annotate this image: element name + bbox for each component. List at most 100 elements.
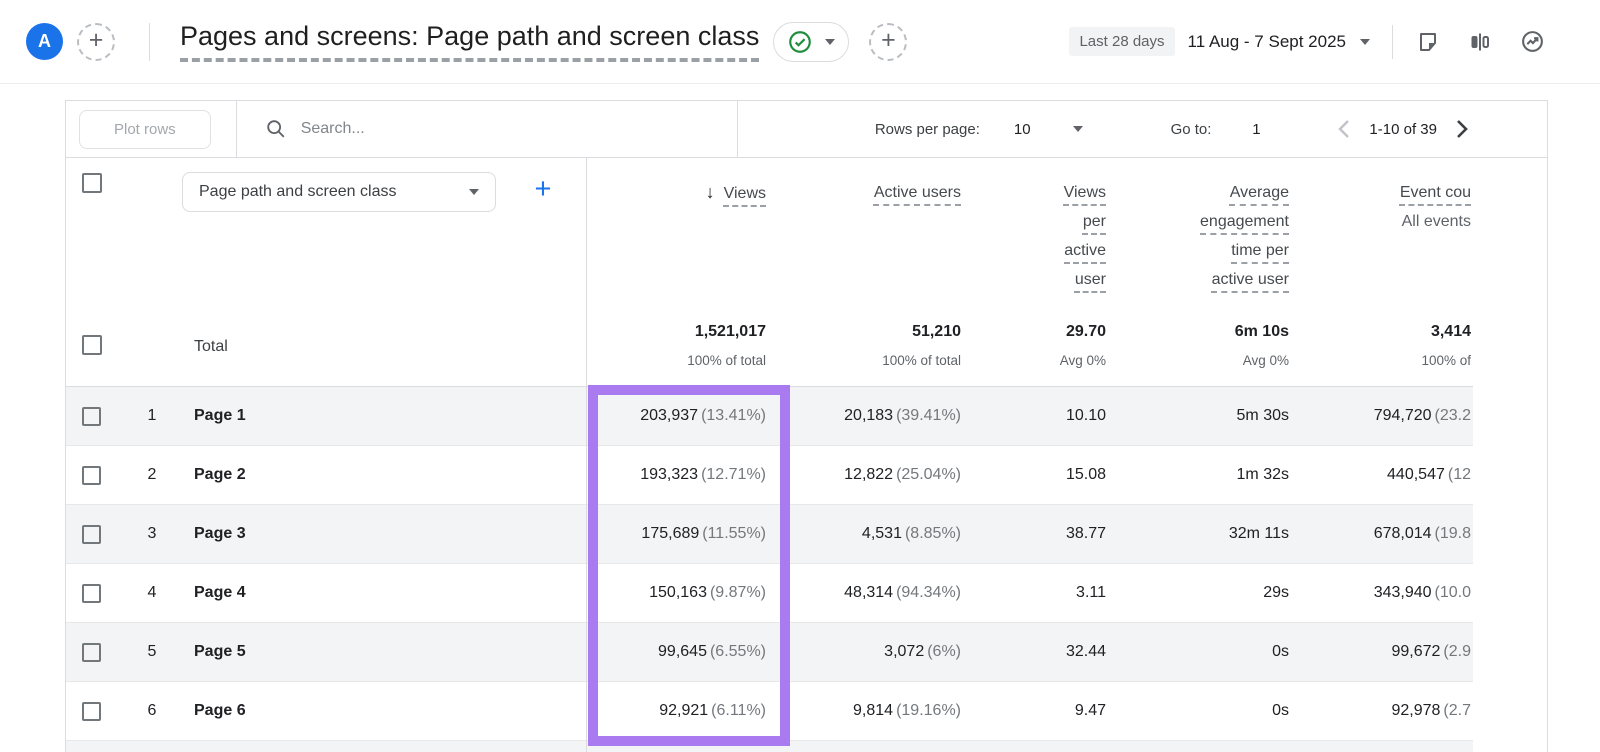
insights-button[interactable]	[1519, 29, 1545, 55]
row-index: 1	[141, 407, 163, 425]
toolbar-divider	[737, 101, 738, 157]
cell-event-count: 794,720(23.2	[1281, 407, 1471, 425]
cell-event-count: 99,672(2.9	[1281, 643, 1471, 661]
cell-active-users: 12,822(25.04%)	[771, 466, 961, 484]
cell-event-count: 440,547(12	[1281, 466, 1471, 484]
row-checkbox[interactable]	[82, 466, 101, 485]
column-header-views[interactable]: ↓Views	[586, 178, 766, 208]
cell-views-per-user: 10.10	[971, 407, 1106, 425]
chevron-down-icon	[469, 189, 479, 195]
cell-event-count: 678,014(19.8	[1281, 525, 1471, 543]
total-views: 1,521,017100% of total	[576, 323, 766, 368]
insights-icon	[1520, 29, 1545, 54]
dimension-selector[interactable]: Page path and screen class	[182, 172, 496, 212]
row-checkbox[interactable]	[82, 643, 101, 662]
cell-active-users: 9,814(19.16%)	[771, 702, 961, 720]
cell-views: 92,921(6.11%)	[576, 702, 766, 720]
row-checkbox[interactable]	[82, 702, 101, 721]
plus-icon: +	[881, 28, 896, 53]
total-active-users: 51,210100% of total	[771, 323, 961, 368]
row-index: 5	[141, 643, 163, 661]
page-name: Page 4	[194, 584, 246, 602]
column-header-active-users[interactable]: Active users	[781, 178, 961, 207]
total-label: Total	[194, 338, 228, 356]
table-row[interactable]: 1 Page 1 203,937(13.41%) 20,183(39.41%) …	[66, 387, 1473, 446]
row-checkbox[interactable]	[82, 407, 101, 426]
page-title[interactable]: Pages and screens: Page path and screen …	[180, 21, 759, 62]
table-header: Page path and screen class + ↓Views Acti…	[66, 158, 1473, 311]
table-toolbar: Plot rows Rows per page: 10 Go to: 1-10 …	[66, 101, 1547, 158]
topbar-divider	[149, 23, 150, 61]
total-views-per-user: 29.70Avg 0%	[971, 323, 1106, 368]
column-header-avg-engagement-time[interactable]: Average engagement time per active user	[1189, 178, 1289, 294]
cell-active-users: 4,531(8.85%)	[771, 525, 961, 543]
chevron-down-icon[interactable]	[1360, 39, 1370, 45]
cell-views-per-user: 15.08	[971, 466, 1106, 484]
top-app-bar: A + Pages and screens: Page path and scr…	[0, 0, 1600, 84]
cell-event-count: 343,940(10.0	[1281, 584, 1471, 602]
page-name: Page 1	[194, 407, 246, 425]
note-icon	[1416, 30, 1440, 54]
table-row[interactable]: 4 Page 4 150,163(9.87%) 48,314(94.34%) 3…	[66, 564, 1473, 623]
cell-avg-engagement: 0s	[1121, 643, 1289, 661]
cell-active-users: 48,314(94.34%)	[771, 584, 961, 602]
partial-next-row	[66, 741, 1473, 752]
notes-button[interactable]	[1415, 29, 1441, 55]
table-body: 1 Page 1 203,937(13.41%) 20,183(39.41%) …	[66, 386, 1473, 752]
column-header-views-per-active-user[interactable]: Views per active user	[1044, 178, 1106, 294]
cell-views-per-user: 9.47	[971, 702, 1106, 720]
topbar-divider	[1392, 25, 1393, 59]
column-divider	[586, 158, 587, 752]
rows-per-page-label: Rows per page:	[875, 121, 980, 138]
plus-icon: +	[89, 28, 104, 53]
date-preset-badge: Last 28 days	[1069, 27, 1174, 56]
table-row[interactable]: 6 Page 6 92,921(6.11%) 9,814(19.16%) 9.4…	[66, 682, 1473, 741]
date-range-selector[interactable]: 11 Aug - 7 Sept 2025	[1188, 32, 1346, 52]
row-checkbox[interactable]	[82, 525, 101, 544]
select-all-checkbox[interactable]	[82, 335, 102, 355]
toolbar-divider	[236, 101, 237, 157]
report-card: Plot rows Rows per page: 10 Go to: 1-10 …	[65, 100, 1548, 752]
plot-rows-button[interactable]: Plot rows	[79, 110, 211, 149]
goto-page-input[interactable]	[1237, 121, 1275, 138]
cell-views-per-user: 32.44	[971, 643, 1106, 661]
page-name: Page 5	[194, 643, 246, 661]
search-input[interactable]	[301, 120, 601, 138]
add-report-button[interactable]: +	[77, 23, 115, 61]
cell-avg-engagement: 32m 11s	[1121, 525, 1289, 543]
row-checkbox[interactable]	[82, 584, 101, 603]
cell-active-users: 3,072(6%)	[771, 643, 961, 661]
rows-per-page-select[interactable]: 10	[1014, 121, 1031, 138]
comparison-button[interactable]	[1467, 29, 1493, 55]
cell-avg-engagement: 5m 30s	[1121, 407, 1289, 425]
cell-active-users: 20,183(39.41%)	[771, 407, 961, 425]
pagination-controls: Rows per page: 10 Go to: 1-10 of 39	[875, 119, 1547, 139]
page-name: Page 6	[194, 702, 246, 720]
add-metric-button[interactable]: +	[528, 175, 558, 204]
page-name: Page 2	[194, 466, 246, 484]
page-name: Page 3	[194, 525, 246, 543]
sort-desc-icon: ↓	[706, 178, 715, 207]
table-row[interactable]: 3 Page 3 175,689(11.55%) 4,531(8.85%) 38…	[66, 505, 1473, 564]
row-index: 4	[141, 584, 163, 602]
total-row: Total 1,521,017100% of total 51,210100% …	[66, 311, 1473, 386]
chevron-down-icon	[825, 39, 835, 45]
pagination-range: 1-10 of 39	[1369, 121, 1437, 138]
add-tab-button[interactable]: +	[869, 23, 907, 61]
prev-page-button[interactable]	[1337, 119, 1351, 139]
cell-event-count: 92,978(2.7	[1281, 702, 1471, 720]
event-count-subtitle: All events	[1291, 207, 1471, 236]
table-row[interactable]: 2 Page 2 193,323(12.71%) 12,822(25.04%) …	[66, 446, 1473, 505]
comparison-icon	[1468, 30, 1492, 54]
dimension-label: Page path and screen class	[199, 183, 396, 201]
table-row[interactable]: 5 Page 5 99,645(6.55%) 3,072(6%) 32.44 0…	[66, 623, 1473, 682]
select-all-checkbox[interactable]	[82, 173, 102, 193]
cell-avg-engagement: 29s	[1121, 584, 1289, 602]
row-index: 3	[141, 525, 163, 543]
chevron-down-icon[interactable]	[1073, 126, 1083, 132]
approval-status-button[interactable]	[773, 22, 849, 62]
total-avg-engagement: 6m 10sAvg 0%	[1121, 323, 1289, 368]
next-page-button[interactable]	[1455, 119, 1469, 139]
avatar[interactable]: A	[26, 23, 63, 60]
column-header-event-count[interactable]: Event cou All events	[1291, 178, 1471, 236]
